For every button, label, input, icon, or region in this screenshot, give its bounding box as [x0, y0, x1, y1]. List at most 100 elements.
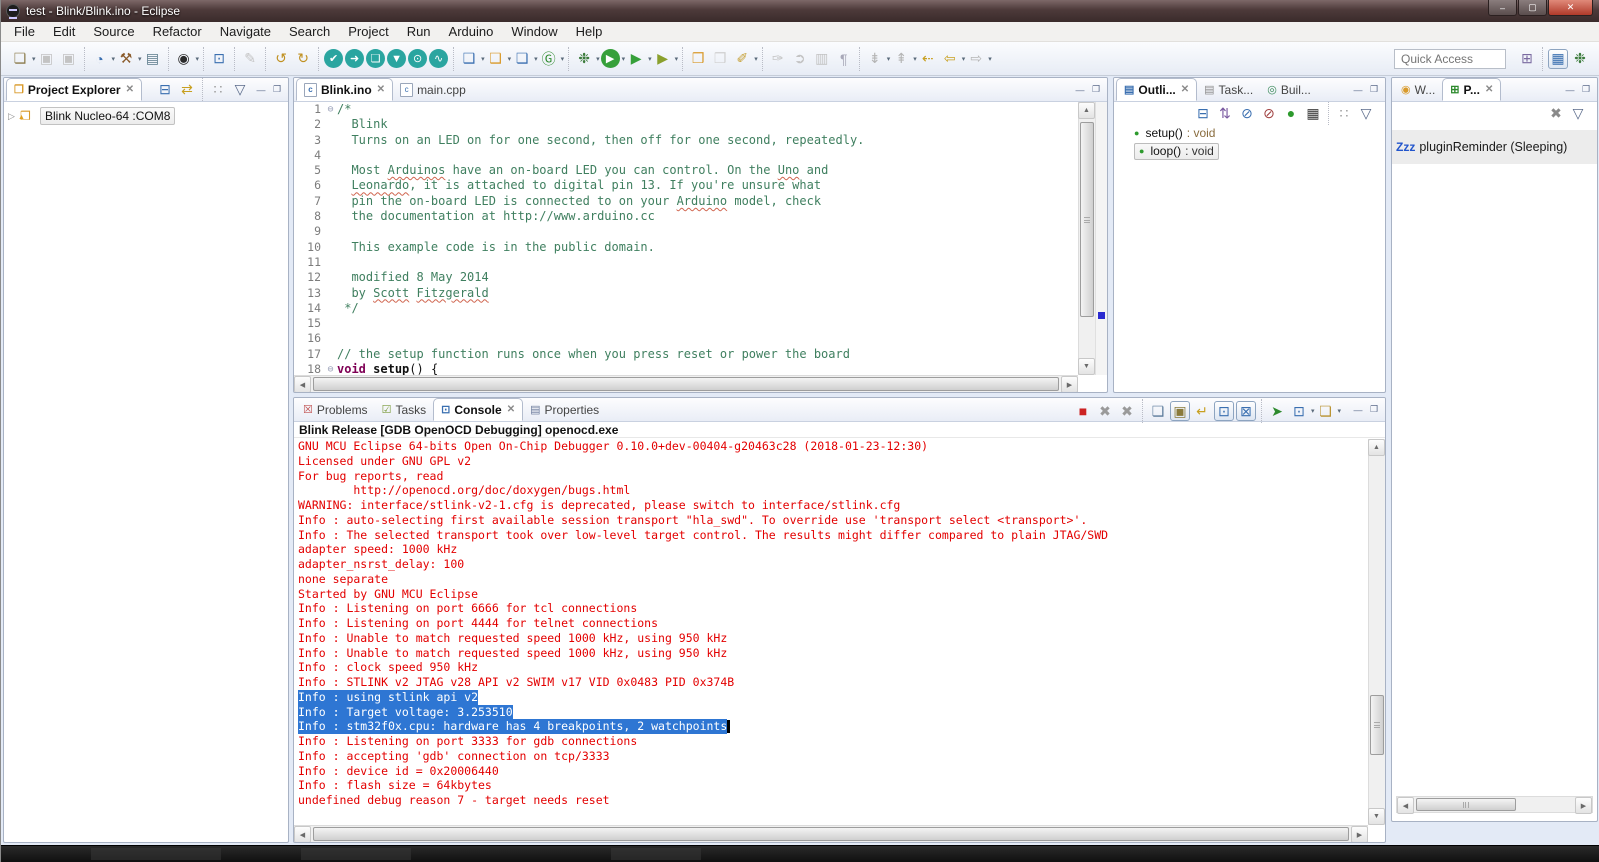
last-edit-button[interactable]: ⇠: [918, 49, 938, 69]
minimize-view-button[interactable]: —: [253, 82, 269, 97]
menu-navigate[interactable]: Navigate: [211, 22, 280, 41]
run-button[interactable]: ▶: [601, 49, 620, 68]
word-wrap-button[interactable]: ↵: [1192, 401, 1212, 421]
next-annotation-button[interactable]: ⇟: [865, 49, 885, 69]
debug-remote-button[interactable]: ◔: [90, 49, 110, 69]
close-tab-icon[interactable]: ✕: [1485, 84, 1493, 95]
plugin-reminder-item[interactable]: Zzz pluginReminder (Sleeping): [1392, 130, 1597, 164]
code-line[interactable]: 1⊖/*: [294, 102, 1078, 117]
pin-console-button[interactable]: ⊡: [1214, 401, 1234, 421]
menu-help[interactable]: Help: [567, 22, 612, 41]
user-profile-button-dropdown-icon[interactable]: ▾: [196, 55, 200, 63]
console-line[interactable]: Info : The selected transport took over …: [298, 528, 1368, 543]
code-line[interactable]: 8 the documentation at http://www.arduin…: [294, 209, 1078, 224]
highlighter-button[interactable]: ✐: [732, 49, 752, 69]
code-line[interactable]: 6 Leonardo, it is attached to digital pi…: [294, 178, 1078, 193]
upload-button[interactable]: ↺: [271, 49, 291, 69]
debug-perspective-button[interactable]: ❉: [1570, 49, 1590, 69]
menu-refactor[interactable]: Refactor: [144, 22, 211, 41]
debug-button[interactable]: ❉: [574, 49, 594, 69]
fold-icon[interactable]: ⊖: [324, 362, 337, 375]
tree-item-blink-project[interactable]: ▷ ❒▲ Blink Nucleo-64 :COM8: [4, 106, 288, 126]
fold-icon[interactable]: ⊖: [324, 102, 337, 117]
console-line[interactable]: Info : flash size = 64kbytes: [298, 778, 1368, 793]
menu-source[interactable]: Source: [84, 22, 143, 41]
prev-annotation-button[interactable]: ⇞: [891, 49, 911, 69]
generate-button[interactable]: Ⓖ: [539, 49, 559, 69]
copy-view-button[interactable]: ▥: [812, 49, 832, 69]
save-button[interactable]: ▣: [37, 49, 57, 69]
pin-button[interactable]: ➤: [1267, 401, 1287, 421]
tab-console[interactable]: ⊡ Console ✕: [433, 398, 523, 421]
new-c-project-button[interactable]: ❑: [459, 49, 479, 69]
editor-horizontal-scrollbar[interactable]: ◀ ▶: [294, 375, 1078, 392]
code-line[interactable]: 12 modified 8 May 2014: [294, 270, 1078, 285]
sort-button[interactable]: ⇅: [1215, 103, 1235, 123]
active-filter-button[interactable]: ●: [1281, 103, 1301, 123]
user-profile-button[interactable]: ◉: [174, 49, 194, 69]
console-line[interactable]: Info : Target voltage: 3.253510: [298, 705, 1368, 720]
open-resource-button[interactable]: ❒: [710, 49, 730, 69]
code-line[interactable]: 3 Turns on an LED on for one second, the…: [294, 133, 1078, 148]
forward-button[interactable]: ⇨: [966, 49, 986, 69]
code-line[interactable]: 10 This example code is in the public do…: [294, 240, 1078, 255]
console-line[interactable]: Info : STLINK v2 JTAG v28 API v2 SWIM v1…: [298, 675, 1368, 690]
outline-item-loop[interactable]: ●loop(): void: [1114, 142, 1385, 160]
tab-w-view[interactable]: ◉ W...: [1394, 78, 1442, 101]
close-tab-icon[interactable]: ✕: [377, 84, 385, 95]
hide-static-button[interactable]: ⊘: [1259, 103, 1279, 123]
code-line[interactable]: 5 Most Arduinos have an on-board LED you…: [294, 163, 1078, 178]
hide-inactive-button[interactable]: ▦: [1303, 103, 1323, 123]
annotation-marker[interactable]: [1098, 312, 1105, 319]
clear-console-button[interactable]: ❏: [1148, 401, 1168, 421]
run-button-dropdown-icon[interactable]: ▾: [622, 55, 626, 63]
serial-monitor-button[interactable]: ⊙: [408, 49, 427, 68]
menu-search[interactable]: Search: [280, 22, 339, 41]
code-line[interactable]: 18⊖void setup() {: [294, 362, 1078, 375]
next-annotation-button-dropdown-icon[interactable]: ▾: [887, 55, 891, 63]
console-line[interactable]: http://openocd.org/doc/doxygen/bugs.html: [298, 483, 1368, 498]
console-vertical-scrollbar[interactable]: ▲ ▼: [1368, 439, 1385, 825]
console-line[interactable]: Info : Unable to match requested speed 1…: [298, 646, 1368, 661]
collapse-all-button[interactable]: ⊟: [1193, 103, 1213, 123]
tab-outline[interactable]: ▤ Outli... ✕: [1116, 78, 1197, 101]
prev-annotation-button-dropdown-icon[interactable]: ▾: [913, 55, 917, 63]
run-history-button[interactable]: ▶: [626, 49, 646, 69]
terminate-button[interactable]: ■: [1073, 401, 1093, 421]
generate-button-dropdown-icon[interactable]: ▾: [561, 55, 565, 63]
open-console-button[interactable]: ❏: [1315, 401, 1335, 421]
collapse-all-button[interactable]: ⊟: [155, 79, 175, 99]
run-history-button-dropdown-icon[interactable]: ▾: [648, 55, 652, 63]
view-menu-dots-button[interactable]: ∷: [1334, 103, 1354, 123]
maximize-button[interactable]: ▢: [1518, 0, 1547, 16]
minimize-view-button[interactable]: —: [1562, 82, 1578, 97]
console-line[interactable]: Info : Listening on port 3333 for gdb co…: [298, 734, 1368, 749]
menu-project[interactable]: Project: [339, 22, 397, 41]
link-editor-button[interactable]: ⇄: [177, 79, 197, 99]
minimize-view-button[interactable]: —: [1072, 82, 1088, 97]
console-output[interactable]: GNU MCU Eclipse 64-bits Open On-Chip Deb…: [294, 439, 1368, 825]
console-line[interactable]: undefined debug reason 7 - target needs …: [298, 793, 1368, 808]
console-line[interactable]: WARNING: interface/stlink-v2-1.cfg is de…: [298, 498, 1368, 513]
editor-vertical-scrollbar[interactable]: ▲ ▼: [1078, 102, 1095, 375]
code-line[interactable]: 4: [294, 148, 1078, 163]
close-tab-icon[interactable]: ✕: [126, 84, 134, 95]
back-button[interactable]: ⇦: [940, 49, 960, 69]
new-c-project-button-dropdown-icon[interactable]: ▾: [481, 55, 485, 63]
tab-p-view[interactable]: ⊞ P... ✕: [1442, 78, 1501, 101]
console-line[interactable]: adapter_nsrst_delay: 100: [298, 557, 1368, 572]
build-button-dropdown-icon[interactable]: ▾: [138, 55, 142, 63]
scroll-lock-button[interactable]: ▣: [1170, 401, 1190, 421]
console-line[interactable]: Info : Unable to match requested speed 1…: [298, 631, 1368, 646]
tab-task-list[interactable]: ▤ Task...: [1197, 78, 1260, 101]
minimize-view-button[interactable]: —: [1350, 402, 1366, 417]
upload-programmer-button[interactable]: ↻: [293, 49, 313, 69]
close-tab-icon[interactable]: ✕: [507, 404, 515, 415]
save-all-button[interactable]: ▣: [59, 49, 79, 69]
terminal-button[interactable]: ⊡: [209, 49, 229, 69]
tab-blink-ino[interactable]: c Blink.ino ✕: [296, 78, 393, 101]
minimize-button[interactable]: –: [1488, 0, 1517, 16]
menu-arduino[interactable]: Arduino: [440, 22, 503, 41]
menu-window[interactable]: Window: [502, 22, 566, 41]
code-line[interactable]: 16: [294, 331, 1078, 346]
